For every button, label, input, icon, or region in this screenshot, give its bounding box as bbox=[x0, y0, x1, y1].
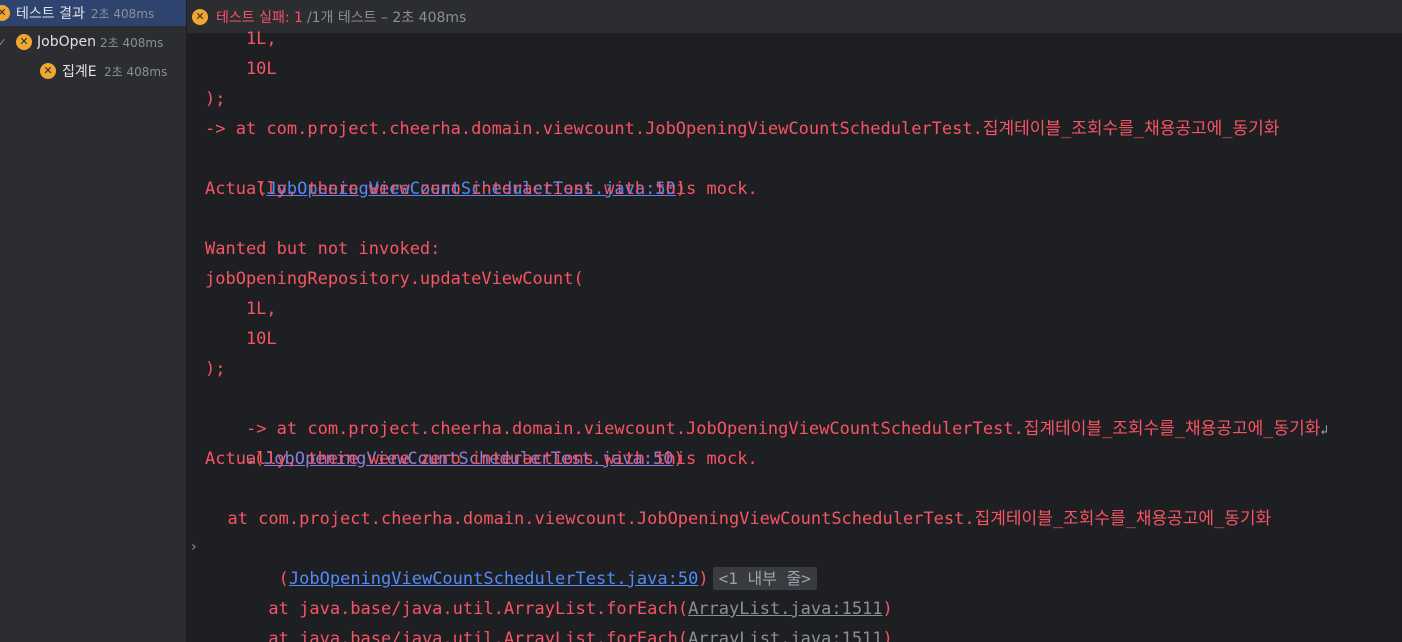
console-line: (JobOpeningViewCountSchedulerTest.java:5… bbox=[205, 144, 686, 199]
console-line: at java.base/java.util.ArrayList.forEach… bbox=[207, 594, 892, 642]
tree-item-time: 2초 408ms bbox=[90, 6, 155, 21]
console-line: -> at com.project.cheerha.domain.viewcou… bbox=[205, 119, 1280, 139]
tree-item-label: JobOpen bbox=[37, 34, 96, 50]
test-results-tree: ✕ 테스트 결과 2초 408ms ✓ ✕ JobOpen 2초 408ms ✕… bbox=[0, 0, 187, 642]
source-link[interactable]: ArrayList.java:1511 bbox=[688, 629, 882, 642]
soft-wrap-icon: ↲ bbox=[1320, 423, 1329, 438]
console-line: (JobOpeningViewCountSchedulerTest.java:5… bbox=[207, 534, 817, 590]
tree-item-method[interactable]: ✕ 집계E 2초 408ms bbox=[0, 58, 186, 84]
console-output: ✕ 테스트 실패: 1 /1개 테스트 – 2초 408ms 1L, 10L )… bbox=[187, 0, 1402, 642]
console-line: 1L, bbox=[205, 299, 277, 319]
console-line: ↳(JobOpeningViewCountSchedulerTest.java:… bbox=[205, 414, 684, 469]
console-line: ); bbox=[205, 359, 226, 379]
console-line: -> at com.project.cheerha.domain.viewcou… bbox=[205, 384, 1328, 439]
status-summary: /1개 테스트 – 2초 408ms bbox=[306, 9, 467, 26]
paren-close: ) bbox=[882, 629, 893, 642]
fail-x-icon: ✕ bbox=[192, 8, 208, 25]
console-line: Wanted but not invoked: bbox=[205, 239, 441, 259]
fail-x-icon: ✕ bbox=[16, 34, 32, 50]
tree-item-time: 2초 408ms bbox=[104, 64, 168, 79]
tree-item-class[interactable]: ✓ ✕ JobOpen 2초 408ms bbox=[0, 29, 186, 55]
console-line: at com.project.cheerha.domain.viewcount.… bbox=[207, 509, 1272, 529]
console-line: ); bbox=[205, 89, 226, 109]
tree-item-time: 2초 408ms bbox=[99, 35, 164, 50]
tree-item-label: 집계E bbox=[62, 64, 97, 80]
fail-x-icon: ✕ bbox=[40, 63, 56, 79]
chevron-down-icon[interactable]: ✓ bbox=[0, 36, 8, 49]
console-line: Actually, there were zero interactions w… bbox=[205, 449, 758, 469]
console-text: at java.base/java.util.ArrayList.forEach… bbox=[247, 629, 689, 642]
console-line: jobOpeningRepository.updateViewCount( bbox=[205, 269, 584, 289]
console-line: at java.base/java.util.ArrayList.forEach… bbox=[207, 564, 892, 619]
console-line: 1L, bbox=[205, 29, 277, 49]
console-line: 10L bbox=[205, 329, 277, 349]
test-status-bar: ✕ 테스트 실패: 1 /1개 테스트 – 2초 408ms bbox=[187, 0, 1402, 33]
tree-item-root[interactable]: ✕ 테스트 결과 2초 408ms bbox=[0, 0, 186, 26]
console-line: 10L bbox=[205, 59, 277, 79]
tree-item-label: 테스트 결과 bbox=[16, 6, 85, 22]
console-line: Actually, there were zero interactions w… bbox=[205, 179, 758, 199]
fail-x-icon: ✕ bbox=[0, 5, 10, 21]
chevron-right-icon[interactable]: › bbox=[191, 539, 197, 555]
